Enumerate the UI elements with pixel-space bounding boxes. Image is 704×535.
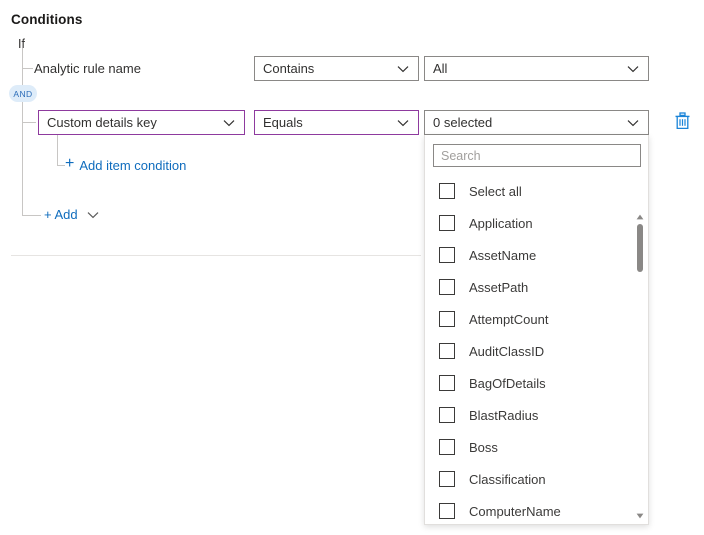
list-item-label: Application bbox=[469, 216, 533, 231]
chevron-down-icon bbox=[396, 116, 410, 130]
add-condition-button[interactable]: + Add bbox=[44, 207, 99, 222]
list-item[interactable]: BagOfDetails bbox=[425, 367, 648, 399]
list-item-label: AssetPath bbox=[469, 280, 528, 295]
conditions-panel: Conditions If AND Analytic rule name Con… bbox=[0, 0, 704, 535]
list-item[interactable]: Classification bbox=[425, 463, 648, 495]
tree-branch-row1 bbox=[22, 68, 33, 69]
checkbox-icon[interactable] bbox=[439, 503, 455, 519]
checkbox-icon[interactable] bbox=[439, 407, 455, 423]
value-dropdown-row1-value: All bbox=[433, 62, 626, 75]
row-label-analytic-rule-name: Analytic rule name bbox=[34, 61, 141, 76]
operator-dropdown-row1-value: Contains bbox=[263, 62, 396, 75]
search-input[interactable] bbox=[433, 144, 641, 167]
scrollbar-thumb[interactable] bbox=[637, 224, 643, 272]
plus-icon: + bbox=[65, 156, 74, 172]
scrollbar-track[interactable] bbox=[633, 224, 647, 509]
option-list[interactable]: Select all Application AssetName AssetPa… bbox=[425, 175, 648, 524]
list-item[interactable]: ComputerName bbox=[425, 495, 648, 524]
list-item[interactable]: AttemptCount bbox=[425, 303, 648, 335]
chevron-down-icon bbox=[396, 62, 410, 76]
checkbox-icon[interactable] bbox=[439, 215, 455, 231]
tree-branch-row2 bbox=[22, 122, 36, 123]
property-dropdown-row2[interactable]: Custom details key bbox=[38, 110, 245, 135]
scroll-up-arrow-icon[interactable] bbox=[633, 210, 647, 224]
property-dropdown-row2-value: Custom details key bbox=[47, 116, 222, 129]
delete-condition-button[interactable] bbox=[674, 112, 691, 130]
list-item[interactable]: AuditClassID bbox=[425, 335, 648, 367]
checkbox-icon[interactable] bbox=[439, 375, 455, 391]
checkbox-icon[interactable] bbox=[439, 183, 455, 199]
list-item-label: AuditClassID bbox=[469, 344, 544, 359]
and-operator-badge: AND bbox=[9, 85, 37, 102]
checkbox-icon[interactable] bbox=[439, 279, 455, 295]
add-condition-label: + Add bbox=[44, 207, 78, 222]
value-dropdown-row1[interactable]: All bbox=[424, 56, 649, 81]
checkbox-icon[interactable] bbox=[439, 439, 455, 455]
tree-branch-subitem bbox=[57, 165, 65, 166]
list-item-label: Classification bbox=[469, 472, 546, 487]
value-dropdown-row2[interactable]: 0 selected bbox=[424, 110, 649, 135]
multiselect-dropdown-panel: Select all Application AssetName AssetPa… bbox=[424, 135, 649, 525]
operator-dropdown-row2[interactable]: Equals bbox=[254, 110, 419, 135]
list-item-label: AttemptCount bbox=[469, 312, 549, 327]
list-item[interactable]: Select all bbox=[425, 175, 648, 207]
chevron-down-icon bbox=[626, 116, 640, 130]
chevron-down-icon bbox=[87, 211, 99, 219]
list-item[interactable]: AssetName bbox=[425, 239, 648, 271]
scroll-down-arrow-icon[interactable] bbox=[633, 509, 647, 523]
list-item[interactable]: BlastRadius bbox=[425, 399, 648, 431]
tree-subtrunk-line bbox=[57, 135, 58, 165]
value-dropdown-row2-value: 0 selected bbox=[433, 116, 626, 129]
list-item-label: BagOfDetails bbox=[469, 376, 546, 391]
checkbox-icon[interactable] bbox=[439, 471, 455, 487]
tree-branch-add bbox=[22, 215, 41, 216]
operator-dropdown-row1[interactable]: Contains bbox=[254, 56, 419, 81]
checkbox-icon[interactable] bbox=[439, 343, 455, 359]
add-item-condition-label: Add item condition bbox=[79, 158, 186, 173]
chevron-down-icon bbox=[626, 62, 640, 76]
operator-dropdown-row2-value: Equals bbox=[263, 116, 396, 129]
list-item-label: ComputerName bbox=[469, 504, 561, 519]
list-item-label: AssetName bbox=[469, 248, 536, 263]
list-item[interactable]: Boss bbox=[425, 431, 648, 463]
list-item[interactable]: AssetPath bbox=[425, 271, 648, 303]
checkbox-icon[interactable] bbox=[439, 311, 455, 327]
list-item-label: BlastRadius bbox=[469, 408, 538, 423]
tree-trunk-line bbox=[22, 48, 23, 215]
page-title: Conditions bbox=[11, 12, 83, 27]
option-list-scrollbar[interactable] bbox=[633, 210, 647, 523]
search-field-wrapper bbox=[433, 144, 641, 167]
list-item-label: Select all bbox=[469, 184, 522, 199]
chevron-down-icon bbox=[222, 116, 236, 130]
section-divider bbox=[11, 255, 421, 256]
list-item[interactable]: Application bbox=[425, 207, 648, 239]
list-item-label: Boss bbox=[469, 440, 498, 455]
checkbox-icon[interactable] bbox=[439, 247, 455, 263]
add-item-condition-button[interactable]: + Add item condition bbox=[65, 157, 186, 173]
